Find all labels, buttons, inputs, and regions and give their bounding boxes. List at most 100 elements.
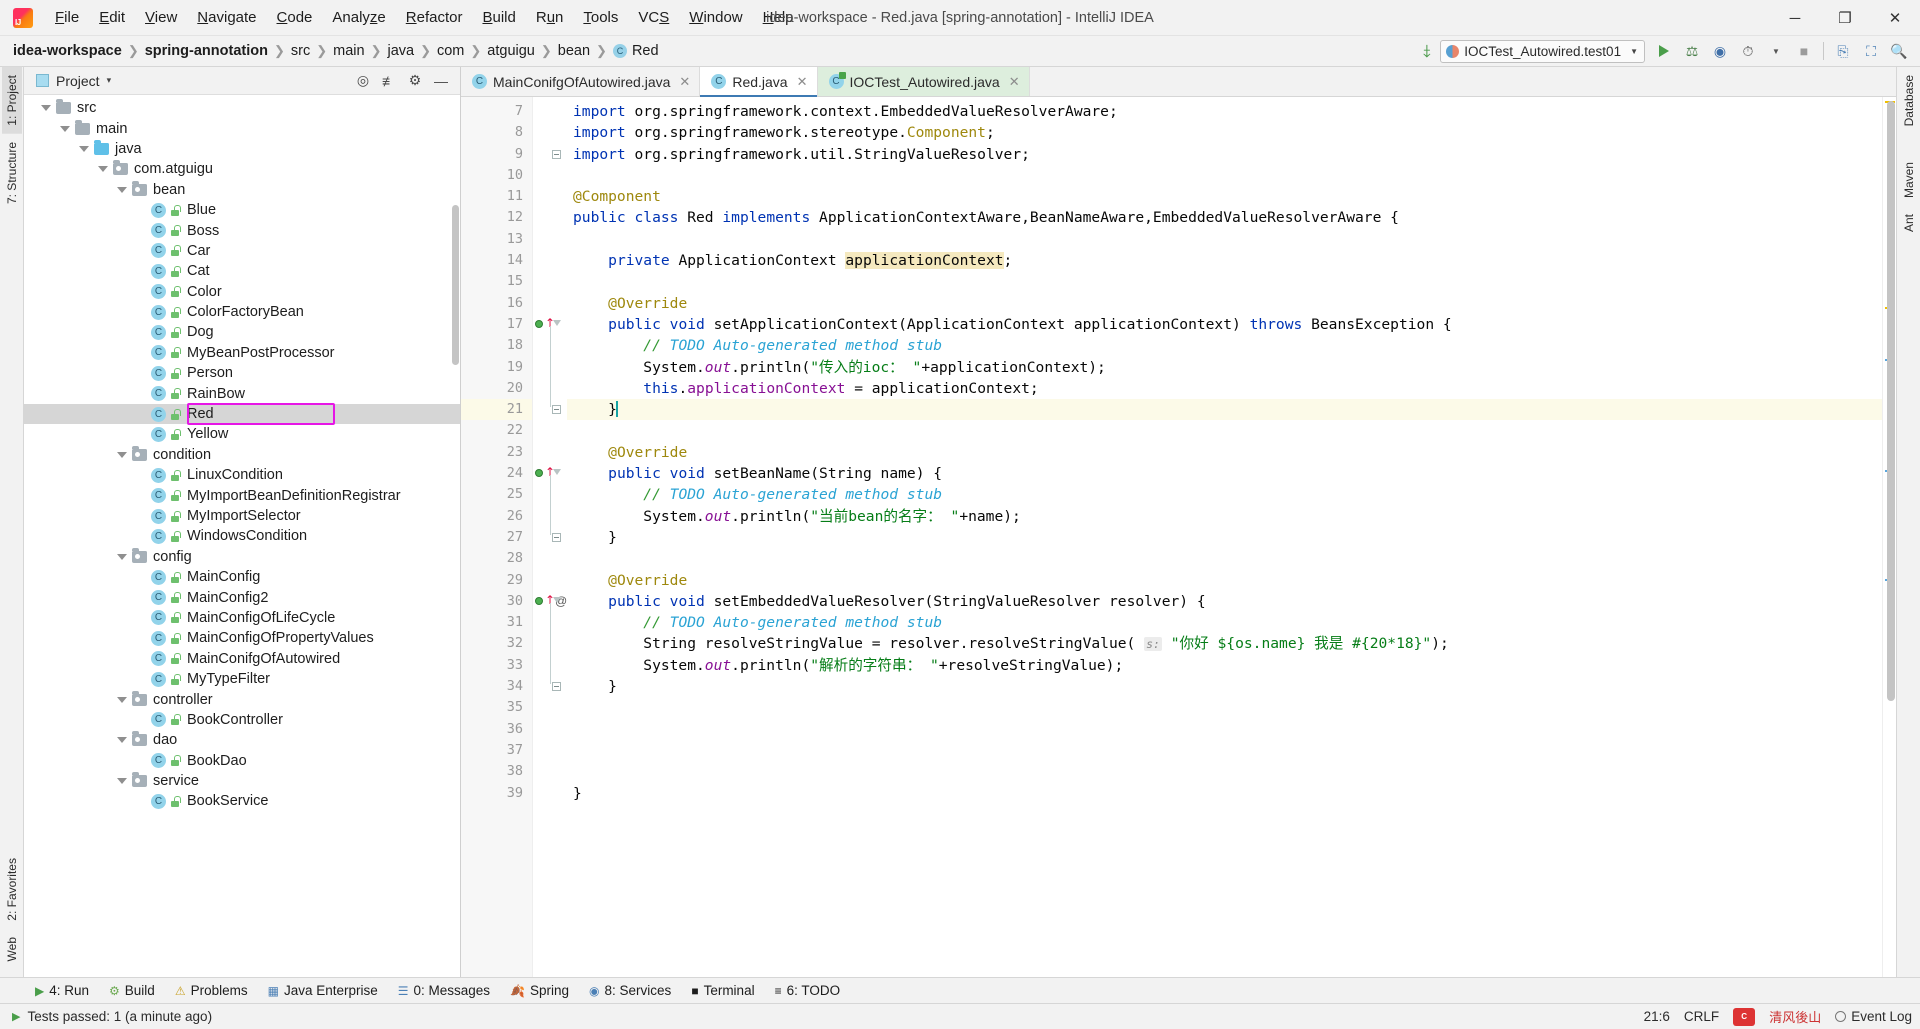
breadcrumb[interactable]: idea-workspace ❯ spring-annotation ❯ src…	[10, 42, 662, 60]
menu-build[interactable]: Build	[472, 6, 525, 29]
tab-ioctest-autowired[interactable]: C IOCTest_Autowired.java ✕	[817, 67, 1030, 96]
stop-icon[interactable]: ■	[1791, 38, 1817, 64]
hammer-icon[interactable]: ⤈	[1415, 41, 1439, 61]
breadcrumb-item-3[interactable]: main	[330, 42, 367, 60]
tool-button-run[interactable]: ▶ 4: Run	[26, 981, 98, 1000]
tree-node-dog[interactable]: C Dog	[24, 322, 460, 342]
menu-vcs[interactable]: VCS	[628, 6, 679, 29]
code-line[interactable]: String resolveStringValue = resolver.res…	[567, 633, 1882, 654]
code-line[interactable]	[567, 740, 1882, 761]
tool-button-services[interactable]: ◉ 8: Services	[580, 981, 680, 1000]
sidebar-item-web[interactable]: Web	[2, 929, 22, 969]
code-fold-icon[interactable]	[552, 682, 561, 692]
sidebar-item-project[interactable]: 1: Project	[1, 67, 22, 134]
chevron-down-icon[interactable]	[117, 186, 127, 193]
code-line[interactable]: }	[567, 676, 1882, 697]
chevron-down-icon[interactable]	[98, 166, 108, 173]
code-content[interactable]: import org.springframework.context.Embed…	[567, 97, 1882, 977]
settings-gear-icon[interactable]: ⚙	[403, 69, 427, 93]
tool-button-todo[interactable]: ≡ 6: TODO	[766, 981, 850, 1000]
breadcrumb-item-6[interactable]: atguigu	[484, 42, 538, 60]
code-line[interactable]	[567, 761, 1882, 782]
tree-node-controller[interactable]: controller	[24, 689, 460, 709]
tree-node-config[interactable]: config	[24, 547, 460, 567]
tree-node-colorfactorybean[interactable]: C ColorFactoryBean	[24, 302, 460, 322]
code-line[interactable]: // TODO Auto-generated method stub	[567, 335, 1882, 356]
maximize-button[interactable]: ❐	[1820, 0, 1870, 36]
tree-node-mainconfig[interactable]: C MainConfig	[24, 567, 460, 587]
sidebar-item-ant[interactable]: Ant	[1899, 206, 1919, 240]
code-line[interactable]: // TODO Auto-generated method stub	[567, 484, 1882, 505]
run-method-icon[interactable]	[535, 596, 543, 605]
tool-button-terminal[interactable]: ■ Terminal	[682, 981, 763, 1000]
tree-node-red[interactable]: C Red	[24, 403, 460, 425]
chevron-down-icon[interactable]	[41, 105, 51, 112]
tree-node-bookservice[interactable]: C BookService	[24, 791, 460, 811]
minimize-button[interactable]: ─	[1770, 0, 1820, 36]
chevron-down-icon[interactable]	[117, 778, 127, 785]
menu-tools[interactable]: Tools	[573, 6, 628, 29]
tool-button-problems[interactable]: ⚠ Problems	[166, 981, 257, 1000]
code-fold-icon[interactable]	[552, 149, 561, 159]
code-line[interactable]	[567, 420, 1882, 441]
chevron-down-icon[interactable]	[117, 553, 127, 560]
code-line[interactable]	[567, 719, 1882, 740]
restore-layout-icon[interactable]: ⛶	[1858, 38, 1884, 64]
code-fold-icon[interactable]	[553, 319, 561, 326]
code-line[interactable]: System.out.println("当前bean的名字： "+name);	[567, 506, 1882, 527]
tree-node-main[interactable]: main	[24, 118, 460, 138]
code-line[interactable]: System.out.println("解析的字符串： "+resolveStr…	[567, 655, 1882, 676]
menu-window[interactable]: Window	[679, 6, 752, 29]
hide-icon[interactable]: —	[429, 69, 453, 93]
code-line[interactable]	[567, 271, 1882, 292]
sidebar-item-maven[interactable]: Maven	[1899, 154, 1919, 206]
event-log-button[interactable]: Event Log	[1835, 1009, 1912, 1024]
menu-view[interactable]: View	[135, 6, 187, 29]
tree-node-boss[interactable]: C Boss	[24, 220, 460, 240]
tree-node-yellow[interactable]: C Yellow	[24, 424, 460, 444]
code-fold-icon[interactable]	[553, 469, 561, 476]
tool-button-build[interactable]: ⚙ Build	[100, 981, 164, 1000]
tree-node-bookcontroller[interactable]: C BookController	[24, 710, 460, 730]
code-line[interactable]: // TODO Auto-generated method stub	[567, 612, 1882, 633]
run-with-coverage-icon[interactable]: ◉	[1707, 38, 1733, 64]
tree-node-color[interactable]: C Color	[24, 282, 460, 302]
breadcrumb-item-8[interactable]: C Red	[610, 42, 662, 60]
tree-node-bookdao[interactable]: C BookDao	[24, 751, 460, 771]
code-line[interactable]	[567, 165, 1882, 186]
tree-node-windowscondition[interactable]: C WindowsCondition	[24, 526, 460, 546]
sidebar-item-structure[interactable]: 7: Structure	[2, 134, 22, 212]
tree-node-blue[interactable]: C Blue	[24, 200, 460, 220]
menu-bar[interactable]: File Edit View Navigate Code Analyze Ref…	[45, 0, 804, 35]
chevron-down-icon[interactable]	[60, 125, 70, 132]
tree-node-bean[interactable]: bean	[24, 180, 460, 200]
tool-button-messages[interactable]: ☰ 0: Messages	[389, 981, 499, 1000]
menu-refactor[interactable]: Refactor	[396, 6, 473, 29]
project-tree-scrollbar[interactable]	[452, 205, 459, 365]
code-line[interactable]: @Component	[567, 186, 1882, 207]
menu-code[interactable]: Code	[267, 6, 323, 29]
debug-icon[interactable]: ⚖	[1679, 38, 1705, 64]
tree-node-cat[interactable]: C Cat	[24, 261, 460, 281]
tool-button-java-enterprise[interactable]: ▦ Java Enterprise	[259, 981, 387, 1000]
code-line[interactable]: public void setApplicationContext(Applic…	[567, 314, 1882, 335]
code-line[interactable]: @Override	[567, 570, 1882, 591]
code-line[interactable]: }	[567, 783, 1882, 804]
code-line[interactable]: import org.springframework.stereotype.Co…	[567, 122, 1882, 143]
tree-node-mybeanpostprocessor[interactable]: C MyBeanPostProcessor	[24, 343, 460, 363]
chevron-down-icon[interactable]: ▾	[107, 75, 112, 86]
menu-run[interactable]: Run	[526, 6, 574, 29]
code-line[interactable]	[567, 229, 1882, 250]
code-editor[interactable]: 7 8 9 10 11 12 13 14 15 16 17 18 19 20 21 22 23 24 25 26 27 2…	[461, 97, 1896, 977]
code-line[interactable]: }	[567, 527, 1882, 548]
code-line[interactable]: import org.springframework.util.StringVa…	[567, 144, 1882, 165]
code-fold-icon[interactable]	[552, 405, 561, 415]
profiler-icon[interactable]: ⏱	[1735, 38, 1761, 64]
project-tree[interactable]: src main java com.atguigu bean C Blue C Boss C Car…	[24, 95, 460, 977]
tree-node-mainconfigofpropertyvalues[interactable]: C MainConfigOfPropertyValues	[24, 628, 460, 648]
breadcrumb-item-5[interactable]: com	[434, 42, 467, 60]
sidebar-item-database[interactable]: Database	[1899, 67, 1919, 134]
tab-mainconifgofautowired[interactable]: C MainConifgOfAutowired.java ✕	[461, 67, 701, 96]
tree-node-linuxcondition[interactable]: C LinuxCondition	[24, 465, 460, 485]
gutter-icons[interactable]: ↑ ↑ ↑ @	[533, 97, 567, 977]
